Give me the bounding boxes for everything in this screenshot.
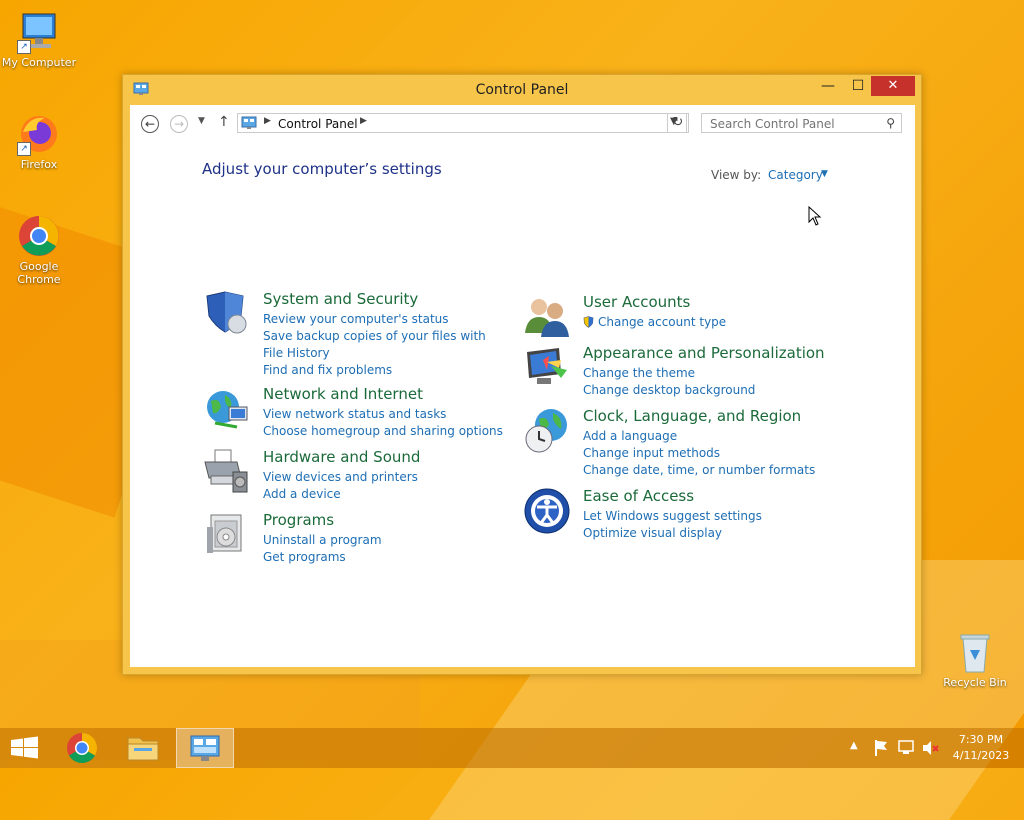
- taskbar-control-panel-button[interactable]: [176, 728, 234, 768]
- programs-icon: [203, 511, 251, 559]
- desktop-icon-recycle-bin[interactable]: Recycle Bin: [936, 630, 1014, 689]
- chevron-right-icon[interactable]: ▶: [264, 116, 271, 126]
- shield-icon: [203, 290, 251, 338]
- category-title[interactable]: Ease of Access: [583, 487, 694, 505]
- file-explorer-icon: [127, 737, 159, 761]
- view-by-label: View by:: [711, 168, 762, 182]
- uac-shield-icon: [583, 316, 594, 328]
- category-title[interactable]: Programs: [263, 511, 334, 529]
- users-icon: [523, 293, 571, 341]
- breadcrumb[interactable]: Control Panel: [278, 117, 358, 131]
- category-title[interactable]: Appearance and Personalization: [583, 344, 825, 362]
- chevron-up-icon: ▲: [850, 740, 858, 751]
- up-button[interactable]: ↑: [218, 114, 230, 130]
- content-area: ← → ▼ ↑ ▶ Control Panel ▶ ▼ ↻ Search Con…: [130, 105, 915, 667]
- taskbar-clock[interactable]: 7:30 PM 4/11/2023: [946, 732, 1016, 764]
- control-panel-icon: [241, 116, 257, 130]
- title-bar[interactable]: Control Panel — ☐ ✕: [123, 75, 921, 105]
- recycle-bin-icon: [953, 630, 997, 674]
- back-button[interactable]: ←: [141, 115, 159, 133]
- refresh-button[interactable]: ↻: [667, 113, 689, 133]
- category-link[interactable]: Optimize visual display: [583, 525, 813, 542]
- category-link[interactable]: Uninstall a program: [263, 532, 493, 549]
- monitor-paint-icon: [523, 344, 571, 392]
- minimize-button[interactable]: —: [811, 76, 845, 96]
- page-title: Adjust your computer’s settings: [202, 160, 442, 178]
- close-button[interactable]: ✕: [871, 76, 915, 96]
- control-panel-window: Control Panel — ☐ ✕ ← → ▼ ↑ ▶ Control Pa…: [122, 74, 922, 675]
- clock-date: 4/11/2023: [952, 749, 1010, 762]
- category-link[interactable]: View devices and printers: [263, 469, 493, 486]
- window-title: Control Panel: [475, 82, 569, 98]
- category-title[interactable]: Hardware and Sound: [263, 448, 420, 466]
- desktop-icon-firefox[interactable]: ↗ Firefox: [0, 112, 78, 171]
- view-by-dropdown[interactable]: Category: [768, 168, 823, 182]
- category-link[interactable]: Find and fix problems: [263, 362, 493, 379]
- computer-icon: ↗: [17, 10, 61, 54]
- maximize-button[interactable]: ☐: [841, 76, 875, 96]
- category-title[interactable]: Network and Internet: [263, 385, 423, 403]
- category-link[interactable]: View network status and tasks: [263, 406, 493, 423]
- category-link[interactable]: Get programs: [263, 549, 493, 566]
- desktop-icon-label: My Computer: [1, 56, 77, 69]
- desktop-icon-label: Firefox: [20, 158, 58, 171]
- show-hidden-icons-button[interactable]: ▲: [850, 728, 864, 768]
- category-link[interactable]: Save backup copies of your files with Fi…: [263, 328, 493, 362]
- desktop-icon-label: Recycle Bin: [943, 676, 1007, 689]
- address-bar[interactable]: ▶ Control Panel ▶ ▼: [237, 113, 687, 133]
- forward-button[interactable]: →: [170, 115, 188, 133]
- ease-of-access-icon: [523, 487, 571, 535]
- category-link[interactable]: Review your computer's status: [263, 311, 493, 328]
- category-title[interactable]: User Accounts: [583, 293, 690, 311]
- control-panel-icon: [190, 735, 220, 761]
- start-icon: [11, 736, 38, 759]
- search-input[interactable]: [708, 116, 877, 132]
- category-link[interactable]: Choose homegroup and sharing options: [263, 423, 503, 440]
- taskbar: ▲ 7:30 PM 4/11/2023: [0, 728, 1024, 768]
- category-link[interactable]: Change input methods: [583, 445, 813, 462]
- link-text: Change account type: [598, 315, 727, 329]
- action-center-flag-icon[interactable]: [872, 728, 892, 768]
- search-icon[interactable]: ⚲: [886, 116, 895, 130]
- network-icon[interactable]: [896, 728, 916, 768]
- firefox-icon: ↗: [17, 112, 61, 156]
- printer-icon: [203, 448, 251, 496]
- desktop-icon-my-computer[interactable]: ↗ My Computer: [0, 10, 78, 69]
- start-button[interactable]: [0, 728, 56, 768]
- navigation-bar: ← → ▼ ↑ ▶ Control Panel ▶ ▼ ↻ Search Con…: [130, 105, 915, 143]
- chevron-down-icon[interactable]: ▼: [821, 169, 828, 179]
- taskbar-chrome-button[interactable]: [56, 728, 112, 768]
- volume-muted-icon[interactable]: [920, 728, 940, 768]
- clock-globe-icon: [523, 407, 571, 455]
- search-box[interactable]: ⚲: [701, 113, 902, 133]
- category-title[interactable]: System and Security: [263, 290, 418, 308]
- clock-time: 7:30 PM: [958, 733, 1004, 746]
- taskbar-file-explorer-button[interactable]: [116, 728, 172, 768]
- category-link[interactable]: Change the theme: [583, 365, 813, 382]
- desktop-icon-google-chrome[interactable]: Google Chrome: [0, 214, 78, 286]
- network-globe-icon: [203, 385, 251, 433]
- desktop-icon-label: Google Chrome: [17, 260, 61, 286]
- category-link[interactable]: Let Windows suggest settings: [583, 508, 813, 525]
- category-link-change-account-type[interactable]: Change account type: [583, 314, 813, 331]
- category-link[interactable]: Add a device: [263, 486, 493, 503]
- category-link[interactable]: Change desktop background: [583, 382, 813, 399]
- recent-locations-dropdown[interactable]: ▼: [198, 116, 205, 126]
- mouse-cursor-icon: [808, 205, 822, 229]
- category-title[interactable]: Clock, Language, and Region: [583, 407, 801, 425]
- chrome-icon: [17, 214, 61, 258]
- category-link[interactable]: Add a language: [583, 428, 813, 445]
- chrome-icon: [67, 733, 98, 764]
- chevron-right-icon[interactable]: ▶: [360, 116, 367, 126]
- category-link[interactable]: Change date, time, or number formats: [583, 462, 815, 479]
